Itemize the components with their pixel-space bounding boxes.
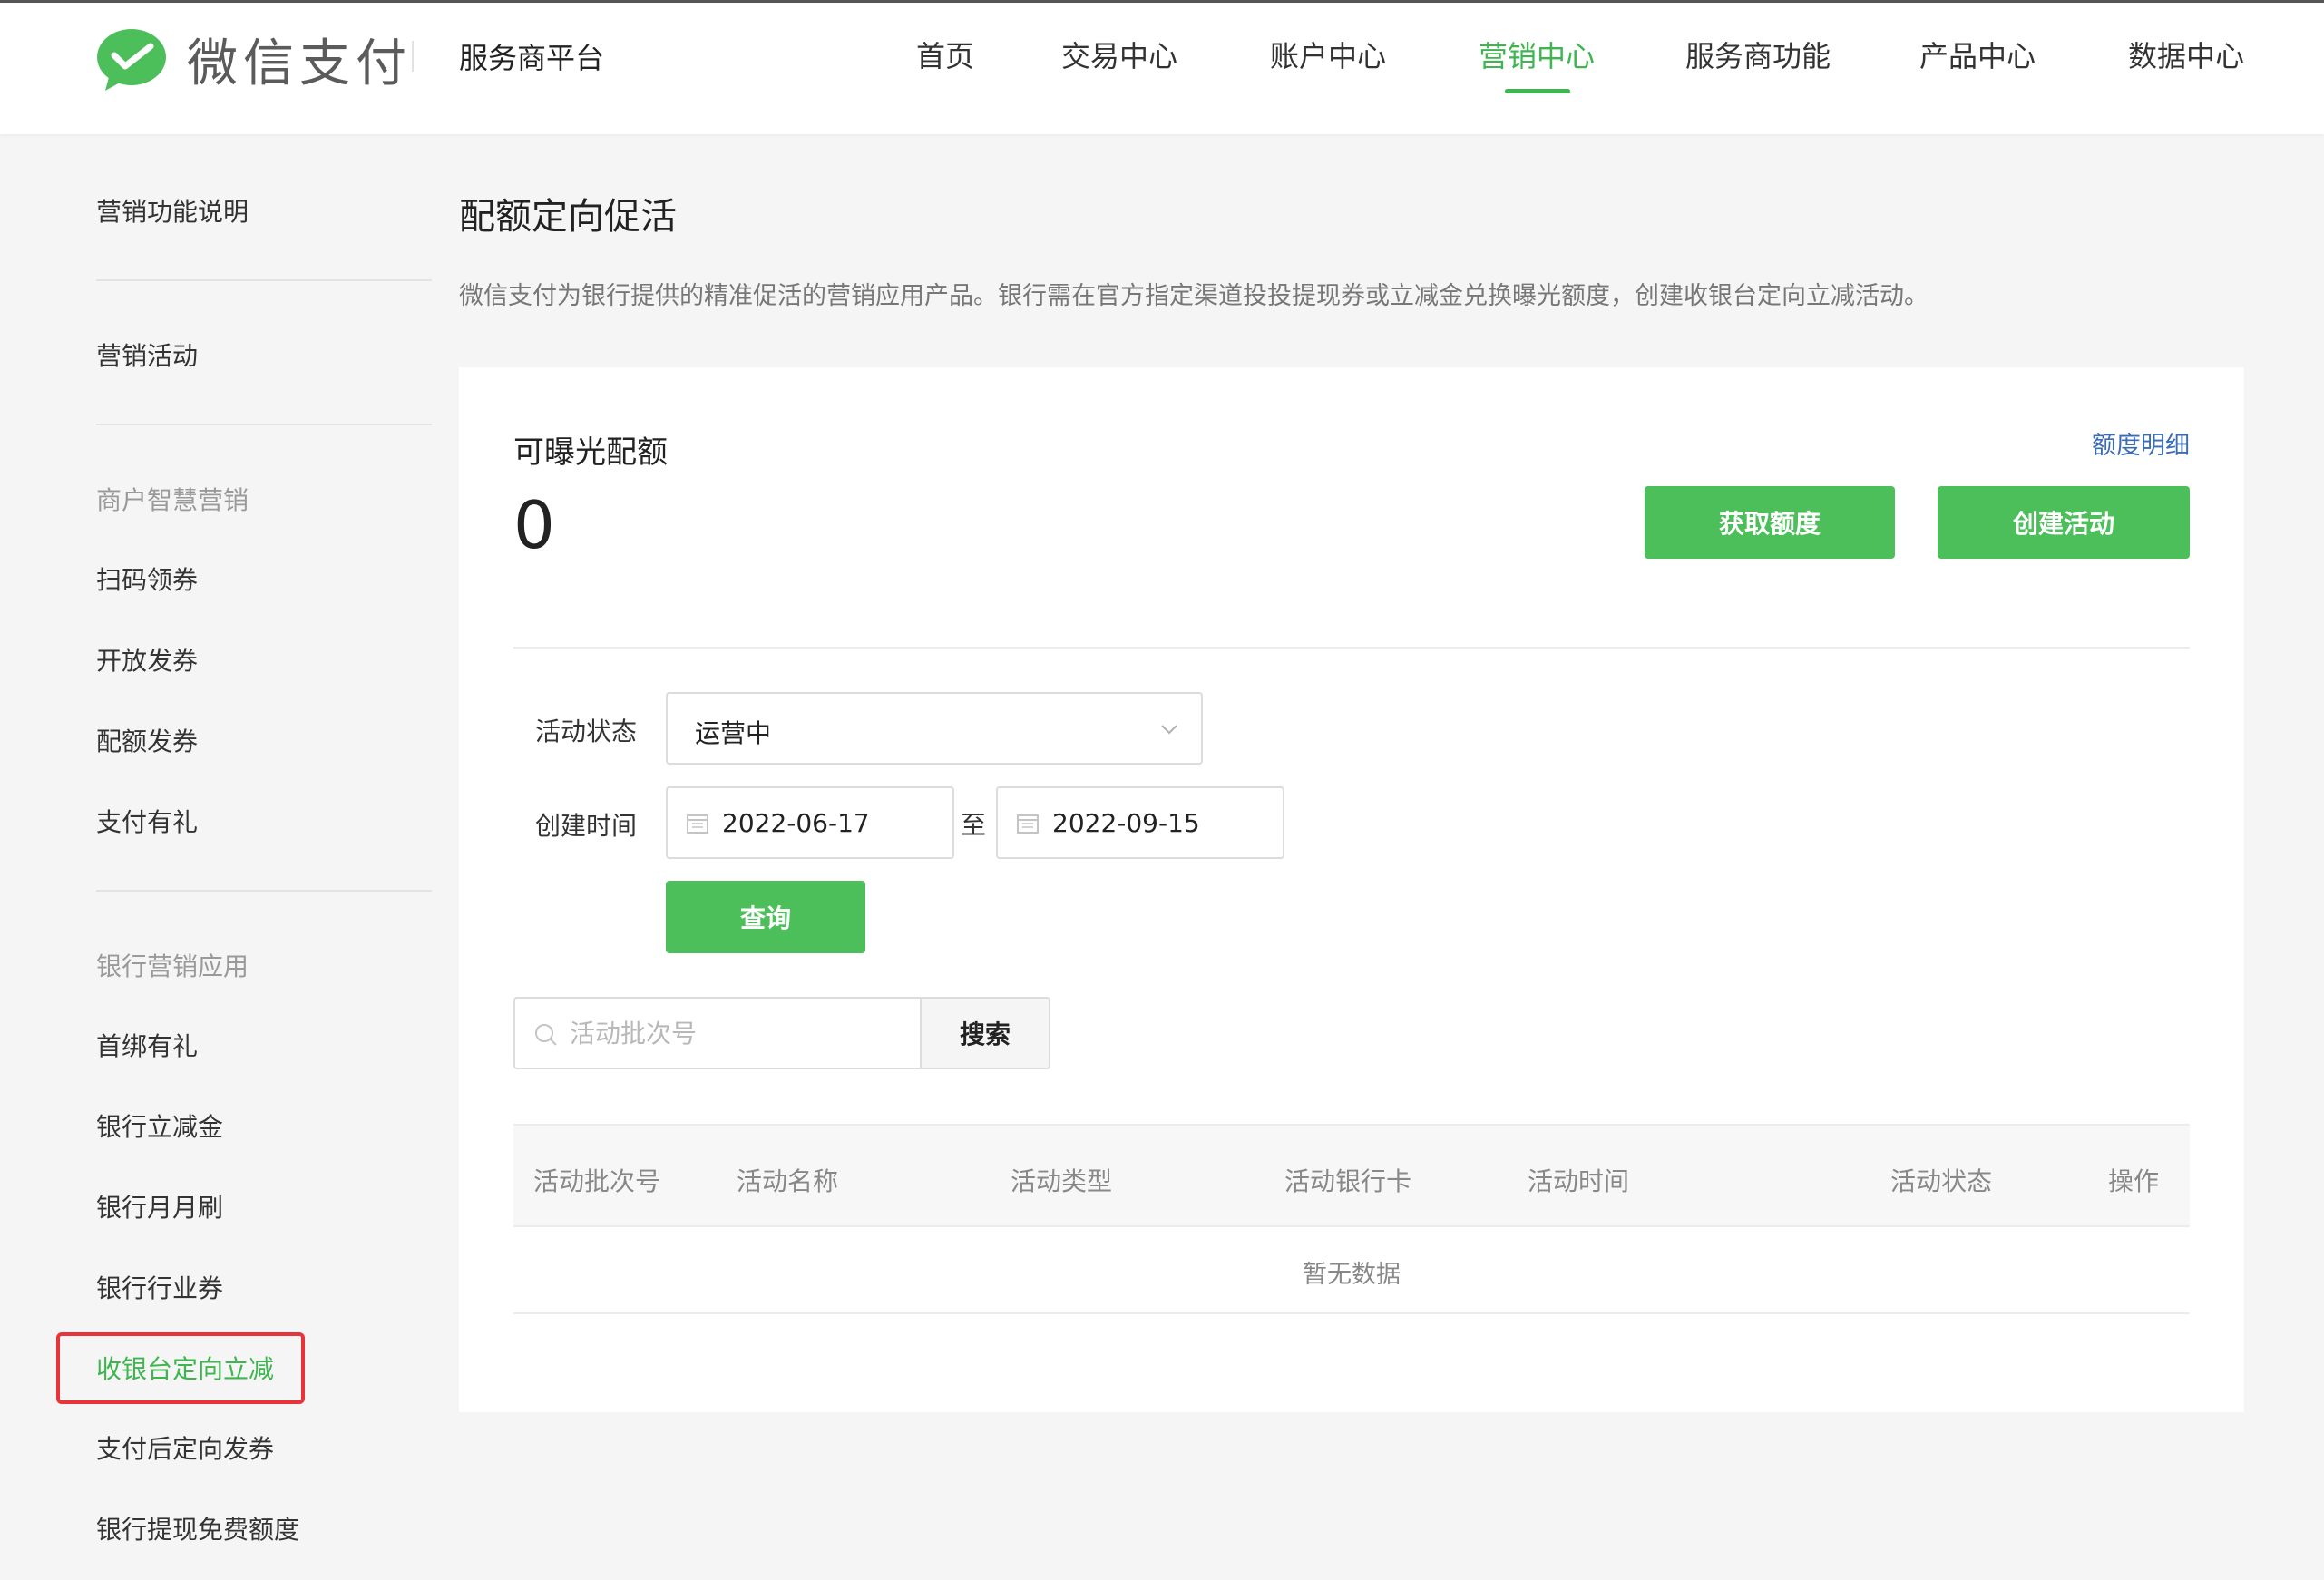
platform-name: 服务商平台 (459, 41, 605, 75)
sidebar-item-open-coupon[interactable]: 开放发券 (96, 641, 198, 678)
wechat-pay-logo-icon (97, 28, 166, 91)
sidebar-item-first-bind-gift[interactable]: 首绑有礼 (96, 1027, 198, 1063)
status-select[interactable]: 运营中 (666, 692, 1203, 765)
status-select-value: 运营中 (695, 718, 772, 748)
nav-product-center[interactable]: 产品中心 (1919, 34, 2036, 75)
sidebar-item-marketing-intro[interactable]: 营销功能说明 (96, 192, 249, 229)
card-divider (513, 647, 2190, 649)
calendar-icon (1017, 814, 1039, 834)
sidebar-group-bank-marketing: 银行营销应用 (96, 951, 249, 981)
sidebar-item-bank-discount[interactable]: 银行立减金 (96, 1107, 223, 1144)
table-header-cell: 活动银行卡 (1284, 1166, 1412, 1196)
wechat-pay-logo[interactable]: 微信支付 (96, 23, 412, 96)
sidebar-item-checkout-targeted-discount[interactable]: 收银台定向立减 (96, 1350, 274, 1386)
status-filter-label: 活动状态 (535, 717, 638, 746)
sidebar-divider (96, 279, 432, 281)
date-from-value: 2022-06-17 (722, 808, 870, 838)
table-header-cell: 活动时间 (1528, 1166, 1630, 1196)
search-icon (535, 1024, 557, 1046)
sidebar-item-bank-withdraw-free-quota[interactable]: 银行提现免费额度 (96, 1510, 299, 1546)
sidebar-group-merchant-smart-marketing: 商户智慧营销 (96, 485, 249, 515)
table-header-cell: 活动名称 (737, 1166, 839, 1196)
sidebar-divider (96, 424, 432, 425)
nav-transaction-center[interactable]: 交易中心 (1061, 34, 1177, 75)
empty-state-text: 暂无数据 (1303, 1261, 1401, 1289)
sidebar-item-marketing-activity[interactable]: 营销活动 (96, 336, 198, 373)
table-header-cell: 活动批次号 (533, 1166, 661, 1196)
sidebar-divider (96, 890, 432, 892)
sidebar-item-payment-gift[interactable]: 支付有礼 (96, 803, 198, 839)
created-time-label: 创建时间 (535, 811, 638, 841)
nav-account-center[interactable]: 账户中心 (1270, 34, 1386, 75)
table-header: 活动批次号 活动名称 活动类型 活动银行卡 活动时间 活动状态 操作 (513, 1124, 2190, 1227)
header-divider (412, 41, 414, 72)
date-range-separator: 至 (961, 810, 987, 840)
date-to-input[interactable]: 2022-09-15 (996, 786, 1284, 859)
nav-service-provider-functions[interactable]: 服务商功能 (1685, 34, 1831, 75)
quota-detail-link[interactable]: 额度明细 (2092, 425, 2190, 461)
page-title: 配额定向促活 (459, 196, 677, 238)
sidebar-item-quota-coupon[interactable]: 配额发券 (96, 722, 198, 758)
sidebar-item-bank-industry-coupon[interactable]: 银行行业券 (96, 1269, 223, 1305)
get-quota-button[interactable]: 获取额度 (1645, 486, 1895, 559)
table-header-cell: 活动状态 (1890, 1166, 1993, 1196)
table-empty-row: 暂无数据 (513, 1227, 2190, 1314)
page-description: 微信支付为银行提供的精准促活的营销应用产品。银行需在官方指定渠道投投提现券或立减… (459, 282, 1929, 310)
chevron-down-icon (1161, 725, 1177, 735)
quota-card: 可曝光配额 额度明细 0 获取额度 创建活动 活动状态 运营中 创建时间 202… (459, 367, 2244, 1412)
nav-data-center[interactable]: 数据中心 (2128, 34, 2244, 75)
top-header: 微信支付 服务商平台 首页 交易中心 账户中心 营销中心 服务商功能 产品中心 … (0, 0, 2324, 134)
logo-text: 微信支付 (187, 34, 412, 93)
quota-label: 可曝光配额 (513, 434, 668, 471)
sidebar-item-post-payment-coupon[interactable]: 支付后定向发券 (96, 1429, 274, 1466)
calendar-icon (687, 814, 708, 834)
create-activity-button[interactable]: 创建活动 (1938, 486, 2190, 559)
table-header-cell: 操作 (2108, 1166, 2160, 1196)
search-button[interactable]: 搜索 (920, 997, 1050, 1069)
date-from-input[interactable]: 2022-06-17 (666, 786, 954, 859)
date-to-value: 2022-09-15 (1052, 808, 1200, 838)
sidebar-item-scan-coupon[interactable]: 扫码领券 (96, 561, 198, 597)
nav-home[interactable]: 首页 (916, 34, 974, 75)
nav-active-indicator (1505, 89, 1570, 93)
search-box (513, 997, 922, 1069)
nav-marketing-center[interactable]: 营销中心 (1479, 34, 1595, 75)
sidebar-item-bank-monthly[interactable]: 银行月月刷 (96, 1188, 223, 1224)
query-button[interactable]: 查询 (666, 881, 865, 953)
table-header-cell: 活动类型 (1011, 1166, 1113, 1196)
quota-value: 0 (513, 487, 555, 563)
batch-number-search-input[interactable] (570, 1013, 905, 1053)
